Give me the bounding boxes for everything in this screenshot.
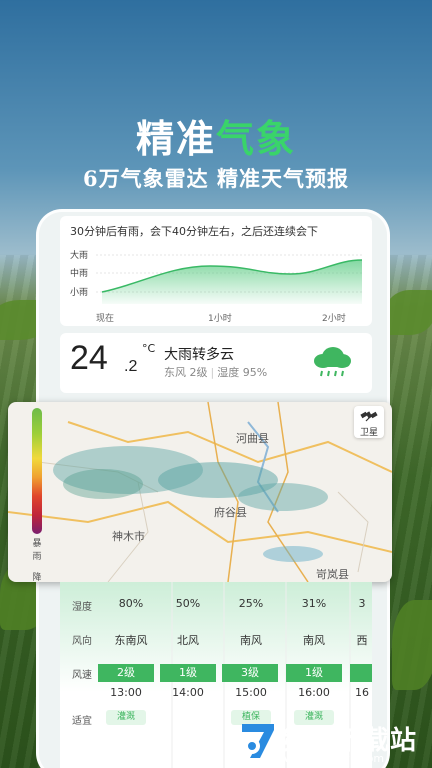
wind-level-badge: 1级 — [286, 664, 342, 682]
leaf-decoration — [392, 600, 432, 690]
time-cell: 13:00 — [110, 686, 142, 699]
wind-dir-cell: 南风 — [240, 634, 262, 647]
time-label-now: 现在 — [96, 312, 114, 324]
time-cell: 14:00 — [172, 686, 204, 699]
humidity-cell: 25% — [238, 597, 264, 610]
level-label-light: 小雨 — [70, 287, 88, 298]
row-label-suitable: 适宜 — [72, 716, 92, 727]
radar-map[interactable]: 暴雨 降 河曲县 府谷县 神木市 岢岚县 卫星 — [8, 402, 392, 582]
satellite-button[interactable]: 卫星 — [354, 406, 384, 438]
time-cell: 16:00 — [298, 686, 330, 699]
wind-level-badge: 2级 — [98, 664, 154, 682]
precipitation-legend — [32, 408, 42, 534]
wind-level-badge — [350, 664, 372, 682]
time-cell: 15:00 — [235, 686, 267, 699]
hero-subtitle: 6万气象雷达 精准天气预报 — [83, 166, 349, 191]
weather-condition: 大雨转多云 — [164, 347, 234, 363]
leaf-decoration — [385, 290, 432, 335]
watermark-url: www.d7down.com — [284, 752, 385, 765]
wind-dir-cell: 北风 — [177, 634, 199, 647]
wind-dir-cell: 南风 — [303, 634, 325, 647]
place-fugu: 府谷县 — [214, 506, 247, 519]
satellite-icon — [360, 411, 378, 422]
humidity-cell: 50% — [175, 597, 201, 610]
humidity-cell: 80% — [118, 597, 144, 610]
rain-summary: 30分钟后有雨，会下40分钟左右，之后还连续会下 — [70, 225, 318, 238]
wind-humidity: 东风 2级 | 湿度 95% — [164, 366, 268, 379]
heavy-rain-cloud-icon — [314, 347, 351, 377]
row-label-wind-speed: 风速 — [72, 670, 92, 681]
place-shenmu: 神木市 — [112, 530, 145, 543]
map-canvas — [8, 402, 392, 582]
legend-bottom-label: 降 — [32, 573, 42, 582]
level-label-heavy: 大雨 — [70, 249, 88, 261]
legend-label: 暴雨 — [32, 539, 42, 562]
temperature-unit: °C — [142, 342, 156, 355]
watermark: 第七下载站 www.d7down.com — [238, 716, 432, 768]
rain-forecast-card[interactable]: 30分钟后有雨，会下40分钟左右，之后还连续会下 大雨 中雨 小雨 现在 1小时… — [60, 216, 372, 326]
humidity-cell: 3 — [358, 597, 366, 610]
wind-dir-cell: 西 — [356, 634, 368, 647]
row-label-humidity: 湿度 — [72, 602, 92, 613]
satellite-label: 卫星 — [359, 428, 378, 438]
hero-title: 精准气象 — [135, 117, 297, 161]
level-label-moderate: 中雨 — [70, 267, 88, 279]
time-cell: 16 — [355, 686, 369, 699]
row-label-wind-dir: 风向 — [72, 636, 92, 647]
humidity-info: 湿度 95% — [217, 366, 268, 379]
temperature-decimal: .2 — [124, 358, 138, 375]
wind-info: 东风 2级 — [164, 366, 208, 379]
suitable-tag: 灌溉 — [106, 710, 146, 725]
temperature-value: 24 — [70, 339, 108, 377]
current-weather-card[interactable]: 24 .2 °C 大雨转多云 东风 2级 | 湿度 95% — [60, 333, 372, 393]
wind-dir-cell: 东南风 — [114, 634, 148, 647]
watermark-logo-icon — [242, 724, 274, 758]
place-hequ: 河曲县 — [236, 432, 269, 445]
time-label-2h: 2小时 — [322, 312, 346, 324]
rain-chart: 大雨 中雨 小雨 现在 1小时 2小时 — [70, 249, 363, 324]
time-label-1h: 1小时 — [208, 312, 232, 324]
place-kelan: 岢岚县 — [316, 568, 349, 581]
wind-level-badge: 3级 — [222, 664, 278, 682]
wind-level-badge: 1级 — [160, 664, 216, 682]
humidity-cell: 31% — [301, 597, 327, 610]
